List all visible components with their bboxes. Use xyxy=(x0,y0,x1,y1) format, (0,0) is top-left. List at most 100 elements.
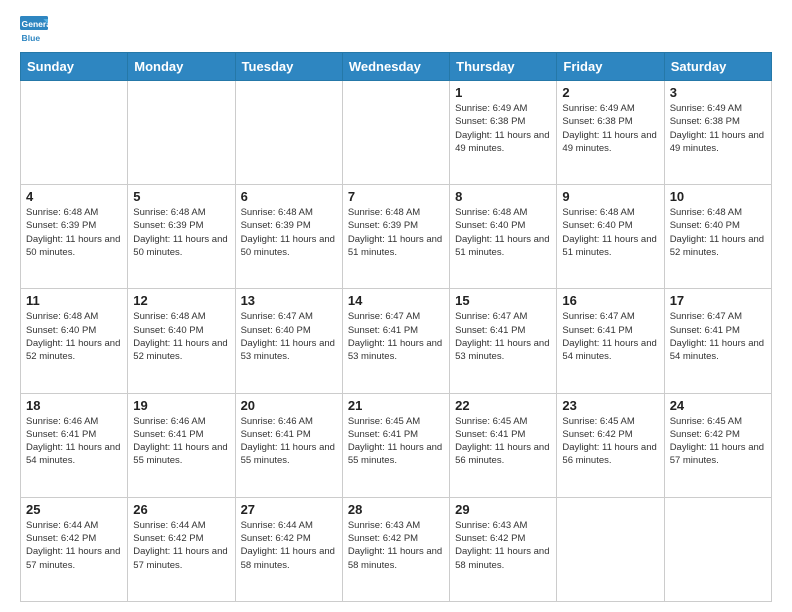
day-number: 10 xyxy=(670,189,766,204)
day-info: Sunrise: 6:49 AM Sunset: 6:38 PM Dayligh… xyxy=(455,102,551,155)
weekday-header-monday: Monday xyxy=(128,53,235,81)
weekday-header-friday: Friday xyxy=(557,53,664,81)
logo-icon: General Blue xyxy=(20,16,48,44)
day-number: 7 xyxy=(348,189,444,204)
calendar-cell xyxy=(557,497,664,601)
day-info: Sunrise: 6:48 AM Sunset: 6:39 PM Dayligh… xyxy=(241,206,337,259)
day-number: 6 xyxy=(241,189,337,204)
day-number: 17 xyxy=(670,293,766,308)
day-number: 27 xyxy=(241,502,337,517)
page: General Blue SundayMondayTuesdayWednesda… xyxy=(0,0,792,612)
calendar-cell: 17 Sunrise: 6:47 AM Sunset: 6:41 PM Dayli… xyxy=(664,289,771,393)
calendar-cell: 13Sunrise: 6:47 AM Sunset: 6:40 PM Dayli… xyxy=(235,289,342,393)
day-info: Sunrise: 6:48 AM Sunset: 6:40 PM Dayligh… xyxy=(455,206,551,259)
day-number: 21 xyxy=(348,398,444,413)
calendar-cell: 8 Sunrise: 6:48 AM Sunset: 6:40 PM Daylig… xyxy=(450,185,557,289)
calendar-cell: 2Sunrise: 6:49 AM Sunset: 6:38 PM Daylig… xyxy=(557,81,664,185)
svg-text:Blue: Blue xyxy=(22,33,41,43)
day-number: 12 xyxy=(133,293,229,308)
calendar-week-row: 25Sunrise: 6:44 AM Sunset: 6:42 PM Dayli… xyxy=(21,497,772,601)
day-info: Sunrise: 6:47 AM Sunset: 6:40 PM Dayligh… xyxy=(241,310,337,363)
day-info: Sunrise: 6:47 AM Sunset: 6:41 PM Dayligh… xyxy=(348,310,444,363)
day-number: 24 xyxy=(670,398,766,413)
calendar-cell: 24 Sunrise: 6:45 AM Sunset: 6:42 PM Dayli… xyxy=(664,393,771,497)
day-info: Sunrise: 6:48 AM Sunset: 6:40 PM Dayligh… xyxy=(26,310,122,363)
day-info: Sunrise: 6:49 AM Sunset: 6:38 PM Dayligh… xyxy=(670,102,766,155)
calendar-cell: 10 Sunrise: 6:48 AM Sunset: 6:40 PM Dayli… xyxy=(664,185,771,289)
day-info: Sunrise: 6:45 AM Sunset: 6:41 PM Dayligh… xyxy=(348,415,444,468)
calendar-cell xyxy=(21,81,128,185)
calendar-cell: 28 Sunrise: 6:43 AM Sunset: 6:42 PM Dayli… xyxy=(342,497,449,601)
day-info: Sunrise: 6:47 AM Sunset: 6:41 PM Dayligh… xyxy=(670,310,766,363)
day-number: 1 xyxy=(455,85,551,100)
calendar-cell: 7Sunrise: 6:48 AM Sunset: 6:39 PM Daylig… xyxy=(342,185,449,289)
day-info: Sunrise: 6:44 AM Sunset: 6:42 PM Dayligh… xyxy=(133,519,229,572)
calendar-cell: 26 Sunrise: 6:44 AM Sunset: 6:42 PM Dayli… xyxy=(128,497,235,601)
day-info: Sunrise: 6:48 AM Sunset: 6:39 PM Dayligh… xyxy=(133,206,229,259)
day-number: 22 xyxy=(455,398,551,413)
calendar-cell xyxy=(342,81,449,185)
day-info: Sunrise: 6:44 AM Sunset: 6:42 PM Dayligh… xyxy=(26,519,122,572)
calendar-week-row: 4 Sunrise: 6:48 AM Sunset: 6:39 PM Daylig… xyxy=(21,185,772,289)
day-number: 5 xyxy=(133,189,229,204)
calendar-cell: 6 Sunrise: 6:48 AM Sunset: 6:39 PM Daylig… xyxy=(235,185,342,289)
day-number: 15 xyxy=(455,293,551,308)
calendar-cell: 4 Sunrise: 6:48 AM Sunset: 6:39 PM Daylig… xyxy=(21,185,128,289)
day-number: 3 xyxy=(670,85,766,100)
calendar-cell: 23Sunrise: 6:45 AM Sunset: 6:42 PM Dayli… xyxy=(557,393,664,497)
calendar-cell: 19 Sunrise: 6:46 AM Sunset: 6:41 PM Dayli… xyxy=(128,393,235,497)
calendar-week-row: 18Sunrise: 6:46 AM Sunset: 6:41 PM Dayli… xyxy=(21,393,772,497)
weekday-header-thursday: Thursday xyxy=(450,53,557,81)
calendar-cell: 27 Sunrise: 6:44 AM Sunset: 6:42 PM Dayli… xyxy=(235,497,342,601)
calendar-cell xyxy=(128,81,235,185)
header: General Blue xyxy=(20,16,772,44)
calendar-cell: 16 Sunrise: 6:47 AM Sunset: 6:41 PM Dayli… xyxy=(557,289,664,393)
calendar-cell: 15 Sunrise: 6:47 AM Sunset: 6:41 PM Dayli… xyxy=(450,289,557,393)
calendar-cell: 12 Sunrise: 6:48 AM Sunset: 6:40 PM Dayli… xyxy=(128,289,235,393)
day-info: Sunrise: 6:46 AM Sunset: 6:41 PM Dayligh… xyxy=(133,415,229,468)
day-info: Sunrise: 6:45 AM Sunset: 6:42 PM Dayligh… xyxy=(562,415,658,468)
calendar-cell: 25Sunrise: 6:44 AM Sunset: 6:42 PM Dayli… xyxy=(21,497,128,601)
calendar-cell: 1 Sunrise: 6:49 AM Sunset: 6:38 PM Daylig… xyxy=(450,81,557,185)
day-number: 2 xyxy=(562,85,658,100)
day-number: 11 xyxy=(26,293,122,308)
day-number: 4 xyxy=(26,189,122,204)
day-info: Sunrise: 6:48 AM Sunset: 6:40 PM Dayligh… xyxy=(133,310,229,363)
weekday-header-tuesday: Tuesday xyxy=(235,53,342,81)
day-info: Sunrise: 6:43 AM Sunset: 6:42 PM Dayligh… xyxy=(348,519,444,572)
logo: General Blue xyxy=(20,16,48,44)
weekday-header-wednesday: Wednesday xyxy=(342,53,449,81)
calendar-cell: 11 Sunrise: 6:48 AM Sunset: 6:40 PM Dayli… xyxy=(21,289,128,393)
day-number: 28 xyxy=(348,502,444,517)
day-info: Sunrise: 6:48 AM Sunset: 6:40 PM Dayligh… xyxy=(670,206,766,259)
calendar-cell: 21 Sunrise: 6:45 AM Sunset: 6:41 PM Dayli… xyxy=(342,393,449,497)
day-number: 20 xyxy=(241,398,337,413)
day-number: 9 xyxy=(562,189,658,204)
calendar-week-row: 11 Sunrise: 6:48 AM Sunset: 6:40 PM Dayli… xyxy=(21,289,772,393)
day-info: Sunrise: 6:43 AM Sunset: 6:42 PM Dayligh… xyxy=(455,519,551,572)
day-number: 16 xyxy=(562,293,658,308)
calendar-week-row: 1 Sunrise: 6:49 AM Sunset: 6:38 PM Daylig… xyxy=(21,81,772,185)
day-info: Sunrise: 6:48 AM Sunset: 6:40 PM Dayligh… xyxy=(562,206,658,259)
day-info: Sunrise: 6:45 AM Sunset: 6:42 PM Dayligh… xyxy=(670,415,766,468)
weekday-header-saturday: Saturday xyxy=(664,53,771,81)
day-info: Sunrise: 6:47 AM Sunset: 6:41 PM Dayligh… xyxy=(455,310,551,363)
day-number: 29 xyxy=(455,502,551,517)
calendar-cell: 18Sunrise: 6:46 AM Sunset: 6:41 PM Dayli… xyxy=(21,393,128,497)
weekday-header-row: SundayMondayTuesdayWednesdayThursdayFrid… xyxy=(21,53,772,81)
day-info: Sunrise: 6:47 AM Sunset: 6:41 PM Dayligh… xyxy=(562,310,658,363)
calendar-cell xyxy=(664,497,771,601)
calendar-cell: 22 Sunrise: 6:45 AM Sunset: 6:41 PM Dayli… xyxy=(450,393,557,497)
day-number: 19 xyxy=(133,398,229,413)
day-number: 26 xyxy=(133,502,229,517)
weekday-header-sunday: Sunday xyxy=(21,53,128,81)
day-number: 8 xyxy=(455,189,551,204)
calendar-cell: 29 Sunrise: 6:43 AM Sunset: 6:42 PM Dayli… xyxy=(450,497,557,601)
day-info: Sunrise: 6:48 AM Sunset: 6:39 PM Dayligh… xyxy=(26,206,122,259)
day-info: Sunrise: 6:46 AM Sunset: 6:41 PM Dayligh… xyxy=(26,415,122,468)
day-info: Sunrise: 6:45 AM Sunset: 6:41 PM Dayligh… xyxy=(455,415,551,468)
svg-text:General: General xyxy=(22,19,48,29)
calendar-cell: 9 Sunrise: 6:48 AM Sunset: 6:40 PM Daylig… xyxy=(557,185,664,289)
day-info: Sunrise: 6:44 AM Sunset: 6:42 PM Dayligh… xyxy=(241,519,337,572)
calendar-cell: 5 Sunrise: 6:48 AM Sunset: 6:39 PM Daylig… xyxy=(128,185,235,289)
